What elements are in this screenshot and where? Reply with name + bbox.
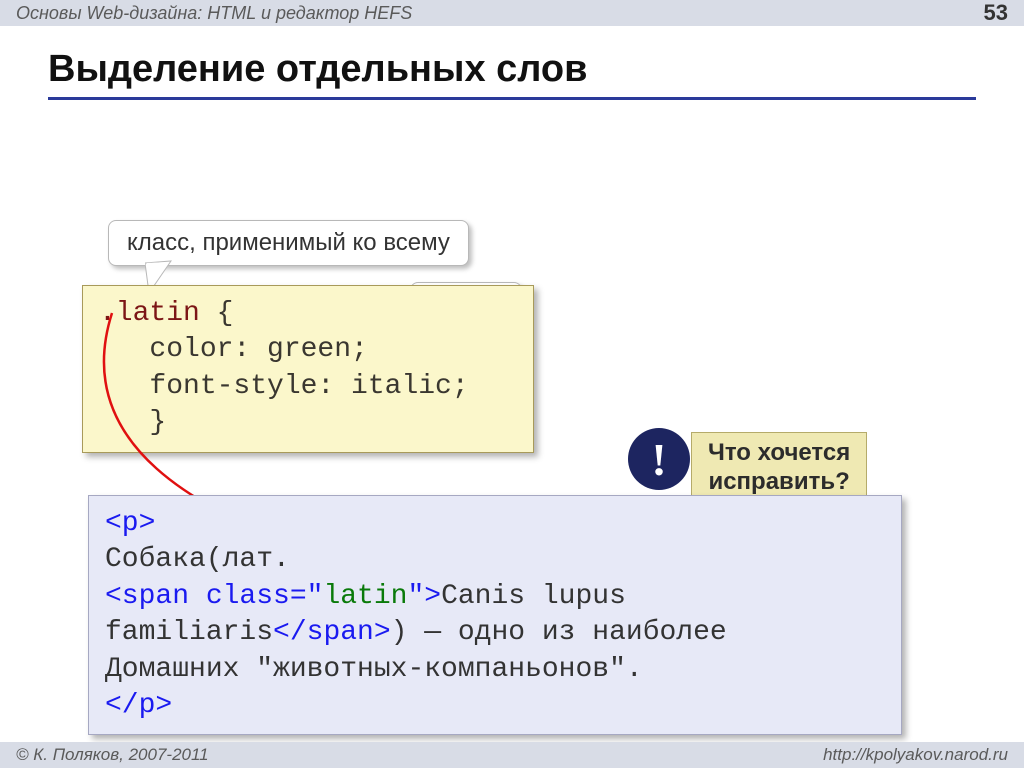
code-line: font-style: italic; — [99, 371, 469, 402]
code-selector: .latin — [99, 298, 200, 329]
code-text: Canis lupus — [441, 581, 626, 612]
exclamation-mark: ! — [651, 433, 666, 486]
footer-bar: © К. Поляков, 2007-2011 http://kpolyakov… — [0, 742, 1024, 768]
code-text: familiaris — [105, 617, 273, 648]
callout-universal-class: класс, применимый ко всему — [108, 220, 469, 266]
code-line: } — [99, 407, 166, 438]
attention-note: Что хочется исправить? — [691, 432, 867, 504]
callout-text: класс, применимый ко всему — [127, 229, 450, 256]
code-text: Собака(лат. — [105, 544, 290, 575]
code-tag: "> — [407, 581, 441, 612]
note-line: Что хочется — [708, 439, 850, 466]
page-title: Выделение отдельных слов — [48, 48, 976, 100]
code-tag: </span> — [273, 617, 391, 648]
html-code-block: <p> Собака(лат. <span class="latin">Cani… — [88, 495, 902, 735]
header-topic: Основы Web-дизайна: HTML и редактор HEFS — [16, 3, 412, 24]
footer-copyright: © К. Поляков, 2007-2011 — [16, 745, 209, 765]
code-tag: <p> — [105, 508, 155, 539]
code-text: { — [200, 298, 234, 329]
note-line: исправить? — [708, 468, 849, 495]
code-tag: </p> — [105, 690, 172, 721]
attention-icon: ! — [628, 428, 690, 490]
code-text: Домашних "животных-компаньонов". — [105, 654, 643, 685]
header-bar: Основы Web-дизайна: HTML и редактор HEFS… — [0, 0, 1024, 26]
css-code-block: .latin { color: green; font-style: itali… — [82, 285, 534, 453]
footer-url: http://kpolyakov.narod.ru — [823, 745, 1008, 765]
code-class: latin — [323, 581, 407, 612]
code-line: color: green; — [99, 334, 368, 365]
page-number: 53 — [984, 0, 1008, 26]
code-tag: <span class=" — [105, 581, 323, 612]
code-text: ) — одно из наиболее — [391, 617, 727, 648]
